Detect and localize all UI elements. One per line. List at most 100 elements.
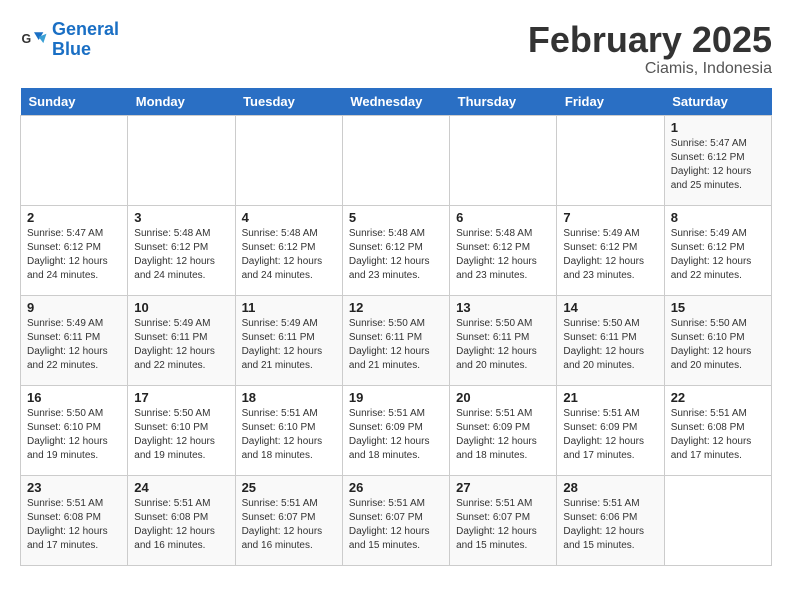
day-info: Sunrise: 5:50 AM Sunset: 6:10 PM Dayligh…: [671, 317, 765, 373]
calendar-cell: 18Sunrise: 5:51 AM Sunset: 6:10 PM Dayli…: [235, 385, 342, 475]
day-number: 25: [242, 480, 336, 495]
calendar-cell: 2 Sunrise: 5:47 AM Sunset: 6:12 PM Daylig…: [21, 205, 128, 295]
day-info: Sunrise: 5:49 AM Sunset: 6:11 PM Dayligh…: [242, 317, 336, 373]
day-number: 2: [27, 210, 121, 225]
calendar-cell: 17 Sunrise: 5:50 AM Sunset: 6:10 PM Dayli…: [128, 385, 235, 475]
svg-text:G: G: [22, 32, 32, 46]
logo-icon: G: [20, 26, 48, 54]
logo: G General Blue: [20, 20, 119, 60]
page-header: G General Blue February 2025 Ciamis, Ind…: [20, 20, 772, 78]
day-info: Sunrise: 5:51 AM Sunset: 6:08 PM Dayligh…: [27, 497, 121, 553]
calendar-cell: 8 Sunrise: 5:49 AM Sunset: 6:12 PM Daylig…: [664, 205, 771, 295]
day-number: 24: [134, 480, 228, 495]
day-number: 15: [671, 300, 765, 315]
day-info: Sunrise: 5:48 AM Sunset: 6:12 PM Dayligh…: [242, 227, 336, 283]
day-info: Sunrise: 5:51 AM Sunset: 6:07 PM Dayligh…: [349, 497, 443, 553]
calendar-cell: [235, 115, 342, 205]
day-info: Sunrise: 5:49 AM Sunset: 6:12 PM Dayligh…: [563, 227, 657, 283]
day-info: Sunrise: 5:50 AM Sunset: 6:10 PM Dayligh…: [27, 407, 121, 463]
day-number: 22: [671, 390, 765, 405]
days-of-week-row: SundayMondayTuesdayWednesdayThursdayFrid…: [21, 88, 772, 116]
calendar-cell: [450, 115, 557, 205]
calendar-cell: 13Sunrise: 5:50 AM Sunset: 6:11 PM Dayli…: [450, 295, 557, 385]
calendar-cell: 23 Sunrise: 5:51 AM Sunset: 6:08 PM Dayli…: [21, 475, 128, 565]
calendar-cell: [664, 475, 771, 565]
dow-header-monday: Monday: [128, 88, 235, 116]
day-number: 13: [456, 300, 550, 315]
day-info: Sunrise: 5:48 AM Sunset: 6:12 PM Dayligh…: [349, 227, 443, 283]
day-number: 20: [456, 390, 550, 405]
calendar-cell: 24 Sunrise: 5:51 AM Sunset: 6:08 PM Dayli…: [128, 475, 235, 565]
day-number: 8: [671, 210, 765, 225]
day-number: 17: [134, 390, 228, 405]
day-number: 9: [27, 300, 121, 315]
day-number: 5: [349, 210, 443, 225]
calendar-cell: 22 Sunrise: 5:51 AM Sunset: 6:08 PM Dayli…: [664, 385, 771, 475]
day-number: 10: [134, 300, 228, 315]
dow-header-sunday: Sunday: [21, 88, 128, 116]
day-number: 28: [563, 480, 657, 495]
calendar-cell: 21Sunrise: 5:51 AM Sunset: 6:09 PM Dayli…: [557, 385, 664, 475]
calendar-cell: [557, 115, 664, 205]
calendar-cell: 9 Sunrise: 5:49 AM Sunset: 6:11 PM Daylig…: [21, 295, 128, 385]
day-info: Sunrise: 5:50 AM Sunset: 6:11 PM Dayligh…: [563, 317, 657, 373]
day-number: 19: [349, 390, 443, 405]
dow-header-saturday: Saturday: [664, 88, 771, 116]
day-number: 14: [563, 300, 657, 315]
calendar-cell: 15 Sunrise: 5:50 AM Sunset: 6:10 PM Dayli…: [664, 295, 771, 385]
day-number: 26: [349, 480, 443, 495]
calendar-cell: 28 Sunrise: 5:51 AM Sunset: 6:06 PM Dayli…: [557, 475, 664, 565]
calendar-cell: 5 Sunrise: 5:48 AM Sunset: 6:12 PM Daylig…: [342, 205, 449, 295]
day-number: 7: [563, 210, 657, 225]
day-info: Sunrise: 5:51 AM Sunset: 6:08 PM Dayligh…: [134, 497, 228, 553]
day-info: Sunrise: 5:47 AM Sunset: 6:12 PM Dayligh…: [27, 227, 121, 283]
week-row-4: 16 Sunrise: 5:50 AM Sunset: 6:10 PM Dayli…: [21, 385, 772, 475]
calendar-body: 1 Sunrise: 5:47 AM Sunset: 6:12 PM Daylig…: [21, 115, 772, 565]
dow-header-thursday: Thursday: [450, 88, 557, 116]
day-number: 6: [456, 210, 550, 225]
day-number: 16: [27, 390, 121, 405]
calendar-cell: 20 Sunrise: 5:51 AM Sunset: 6:09 PM Dayli…: [450, 385, 557, 475]
dow-header-wednesday: Wednesday: [342, 88, 449, 116]
calendar-cell: 12Sunrise: 5:50 AM Sunset: 6:11 PM Dayli…: [342, 295, 449, 385]
day-info: Sunrise: 5:51 AM Sunset: 6:09 PM Dayligh…: [456, 407, 550, 463]
calendar-title: February 2025: [528, 20, 772, 60]
calendar-table: SundayMondayTuesdayWednesdayThursdayFrid…: [20, 88, 772, 566]
day-info: Sunrise: 5:47 AM Sunset: 6:12 PM Dayligh…: [671, 137, 765, 193]
day-number: 27: [456, 480, 550, 495]
calendar-cell: 6 Sunrise: 5:48 AM Sunset: 6:12 PM Daylig…: [450, 205, 557, 295]
calendar-cell: 27Sunrise: 5:51 AM Sunset: 6:07 PM Dayli…: [450, 475, 557, 565]
title-area: February 2025 Ciamis, Indonesia: [528, 20, 772, 78]
calendar-cell: 25 Sunrise: 5:51 AM Sunset: 6:07 PM Dayli…: [235, 475, 342, 565]
week-row-3: 9 Sunrise: 5:49 AM Sunset: 6:11 PM Daylig…: [21, 295, 772, 385]
calendar-cell: [128, 115, 235, 205]
day-info: Sunrise: 5:48 AM Sunset: 6:12 PM Dayligh…: [456, 227, 550, 283]
day-number: 18: [242, 390, 336, 405]
calendar-cell: 7 Sunrise: 5:49 AM Sunset: 6:12 PM Daylig…: [557, 205, 664, 295]
day-info: Sunrise: 5:51 AM Sunset: 6:08 PM Dayligh…: [671, 407, 765, 463]
calendar-cell: [21, 115, 128, 205]
calendar-cell: 19Sunrise: 5:51 AM Sunset: 6:09 PM Dayli…: [342, 385, 449, 475]
calendar-cell: 26 Sunrise: 5:51 AM Sunset: 6:07 PM Dayli…: [342, 475, 449, 565]
calendar-cell: 14 Sunrise: 5:50 AM Sunset: 6:11 PM Dayli…: [557, 295, 664, 385]
calendar-cell: 1 Sunrise: 5:47 AM Sunset: 6:12 PM Daylig…: [664, 115, 771, 205]
calendar-cell: 16 Sunrise: 5:50 AM Sunset: 6:10 PM Dayli…: [21, 385, 128, 475]
logo-text: General Blue: [52, 20, 119, 60]
day-number: 4: [242, 210, 336, 225]
day-info: Sunrise: 5:50 AM Sunset: 6:11 PM Dayligh…: [349, 317, 443, 373]
day-number: 3: [134, 210, 228, 225]
calendar-subtitle: Ciamis, Indonesia: [528, 60, 772, 78]
calendar-cell: 10Sunrise: 5:49 AM Sunset: 6:11 PM Dayli…: [128, 295, 235, 385]
day-info: Sunrise: 5:49 AM Sunset: 6:11 PM Dayligh…: [27, 317, 121, 373]
day-number: 23: [27, 480, 121, 495]
calendar-cell: 4 Sunrise: 5:48 AM Sunset: 6:12 PM Daylig…: [235, 205, 342, 295]
day-info: Sunrise: 5:49 AM Sunset: 6:12 PM Dayligh…: [671, 227, 765, 283]
day-number: 1: [671, 120, 765, 135]
week-row-1: 1 Sunrise: 5:47 AM Sunset: 6:12 PM Daylig…: [21, 115, 772, 205]
day-info: Sunrise: 5:51 AM Sunset: 6:06 PM Dayligh…: [563, 497, 657, 553]
day-info: Sunrise: 5:50 AM Sunset: 6:10 PM Dayligh…: [134, 407, 228, 463]
day-info: Sunrise: 5:51 AM Sunset: 6:07 PM Dayligh…: [242, 497, 336, 553]
day-number: 11: [242, 300, 336, 315]
day-info: Sunrise: 5:48 AM Sunset: 6:12 PM Dayligh…: [134, 227, 228, 283]
week-row-2: 2 Sunrise: 5:47 AM Sunset: 6:12 PM Daylig…: [21, 205, 772, 295]
